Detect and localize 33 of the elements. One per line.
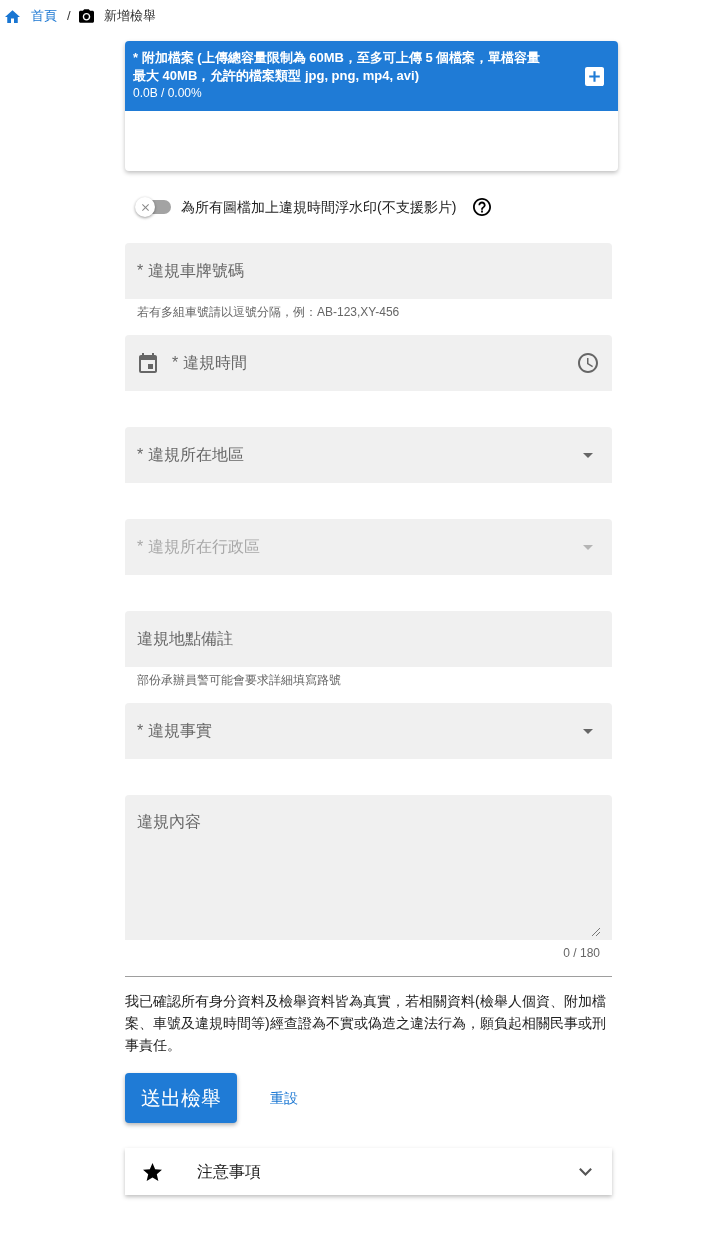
datetime-field[interactable]: * 違規時間 <box>125 335 612 391</box>
chevron-icon <box>579 1167 592 1176</box>
reset-button[interactable]: 重設 <box>270 1087 298 1109</box>
declaration-text: 我已確認所有身分資料及檢舉資料皆為真實，若相關資料(檢舉人個資、附加檔案、車號及違規時間等)經查證為不實或偽造之違法行為，願負起相關民事或刑事責任。 <box>125 992 607 1055</box>
resize-handle-icon[interactable] <box>592 928 600 936</box>
add-icon[interactable] <box>585 66 604 86</box>
dropdown-caret-icon <box>583 544 593 550</box>
helper-text: 若有多組車號請以逗號分隔，例：AB-123,XY-456 <box>137 304 401 320</box>
toggle-switch[interactable] <box>135 197 171 217</box>
dropdown-caret-icon <box>583 452 593 458</box>
text-field[interactable]: 違規地點備註 <box>125 611 612 667</box>
select-field[interactable]: * 違規事實 <box>125 703 612 759</box>
help-icon[interactable] <box>473 198 492 216</box>
camera-icon <box>78 9 94 23</box>
dropdown-caret-icon <box>583 728 593 734</box>
breadcrumb-current: 新增檢舉 <box>103 7 156 25</box>
helper-text: 部份承辦員警可能會要求詳細填寫路號 <box>137 672 342 688</box>
calendar-icon[interactable] <box>139 353 157 373</box>
x-icon <box>141 203 149 211</box>
select-field[interactable]: * 違規所在地區 <box>125 427 612 483</box>
upload-usage: 0.0B / 0.00% <box>133 85 203 102</box>
star-icon <box>143 1162 162 1181</box>
upload-title: * 附加檔案 (上傳總容量限制為 60MB，至多可上傳 5 個檔案，單檔容量最大 40MB，允許的檔案類型 jpg, png, mp4, avi) <box>133 49 542 85</box>
clock-icon[interactable] <box>578 353 598 373</box>
toggle-label: 為所有圖檔加上違規時間浮水印(不支援影片) <box>181 197 457 217</box>
char-counter: 0 / 180 <box>563 945 600 961</box>
home-icon <box>5 9 20 23</box>
breadcrumb-link[interactable]: 首頁 <box>31 7 57 25</box>
textarea-field[interactable]: 違規內容 <box>125 795 612 940</box>
text-field[interactable]: * 違規車牌號碼 <box>125 243 612 299</box>
breadcrumb-separator: / <box>67 7 71 26</box>
notice-accordion[interactable]: 注意事項 <box>125 1148 612 1195</box>
submit-button[interactable]: 送出檢舉 <box>125 1073 237 1123</box>
